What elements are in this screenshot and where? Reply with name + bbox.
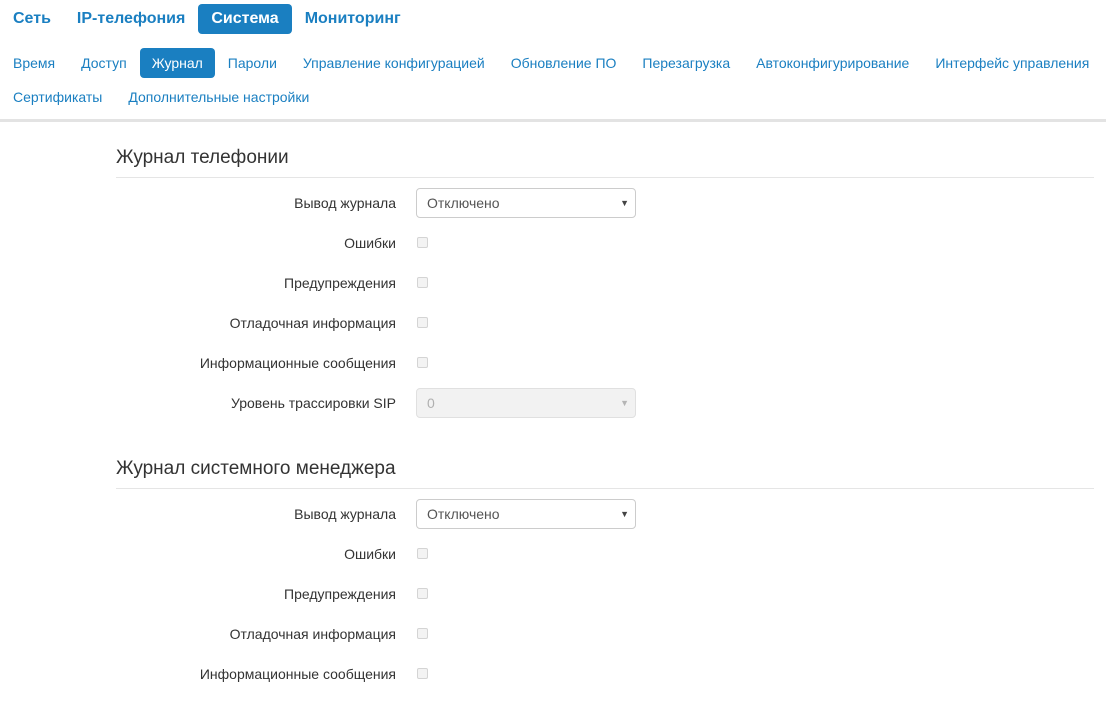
sysmgr-warnings-checkbox[interactable] <box>417 588 428 599</box>
telephony-warnings-label: Предупреждения <box>284 275 396 291</box>
telephony-info-label: Информационные сообщения <box>199 355 396 371</box>
top-tab-system[interactable]: Система <box>198 4 292 34</box>
telephony-warnings-checkbox[interactable] <box>417 277 428 288</box>
top-tab-monitoring[interactable]: Мониторинг <box>292 4 414 34</box>
sysmgr-info-checkbox[interactable] <box>417 668 428 679</box>
telephony-output-row: Вывод журнала Отключено ▼ <box>116 183 1094 223</box>
telephony-log-title: Журнал телефонии <box>116 145 1094 178</box>
sub-tab-certificates[interactable]: Сертификаты <box>0 82 115 112</box>
sysmgr-output-select[interactable]: Отключено ▼ <box>416 499 636 529</box>
sub-tab-advanced-settings[interactable]: Дополнительные настройки <box>115 82 322 112</box>
sysmgr-output-row: Вывод журнала Отключено ▼ <box>116 494 1094 534</box>
sysmgr-debug-label: Отладочная информация <box>229 626 396 642</box>
sysmgr-debug-checkbox[interactable] <box>417 628 428 639</box>
telephony-output-label: Вывод журнала <box>294 195 396 211</box>
sub-nav-row-1: Время Доступ Журнал Пароли Управление ко… <box>0 48 1106 78</box>
sip-trace-select[interactable]: 0 ▼ <box>416 388 636 418</box>
sysmgr-output-value: Отключено <box>427 506 500 522</box>
sip-trace-row: Уровень трассировки SIP 0 ▼ <box>116 383 1094 423</box>
sip-trace-value: 0 <box>427 395 435 411</box>
caret-down-icon: ▼ <box>620 509 629 519</box>
top-tab-network[interactable]: Сеть <box>0 4 64 34</box>
telephony-debug-checkbox[interactable] <box>417 317 428 328</box>
telephony-debug-row: Отладочная информация <box>116 303 1094 343</box>
sub-tab-time[interactable]: Время <box>0 48 68 78</box>
header-divider <box>0 119 1106 122</box>
sysmgr-warnings-label: Предупреждения <box>284 586 396 602</box>
sub-tab-access[interactable]: Доступ <box>68 48 140 78</box>
sip-trace-label: Уровень трассировки SIP <box>230 395 396 411</box>
telephony-log-section: Журнал телефонии Вывод журнала Отключено… <box>116 145 1094 423</box>
sub-tab-passwords[interactable]: Пароли <box>215 48 290 78</box>
telephony-debug-label: Отладочная информация <box>229 315 396 331</box>
sub-tab-reboot[interactable]: Перезагрузка <box>629 48 743 78</box>
telephony-info-row: Информационные сообщения <box>116 343 1094 383</box>
telephony-errors-checkbox[interactable] <box>417 237 428 248</box>
top-tab-ip-telephony[interactable]: IP-телефония <box>64 4 198 34</box>
system-manager-log-title: Журнал системного менеджера <box>116 456 1094 489</box>
telephony-errors-row: Ошибки <box>116 223 1094 263</box>
sysmgr-info-row: Информационные сообщения <box>116 654 1094 694</box>
caret-down-icon: ▼ <box>620 198 629 208</box>
caret-down-icon: ▼ <box>620 398 629 408</box>
sysmgr-errors-label: Ошибки <box>344 546 396 562</box>
sysmgr-info-label: Информационные сообщения <box>199 666 396 682</box>
telephony-errors-label: Ошибки <box>344 235 396 251</box>
sub-nav-row-2: Сертификаты Дополнительные настройки <box>0 82 1106 112</box>
sub-tab-management-interface[interactable]: Интерфейс управления <box>922 48 1102 78</box>
sub-tab-log[interactable]: Журнал <box>139 48 215 78</box>
sub-tab-autoprovisioning[interactable]: Автоконфигурирование <box>743 48 922 78</box>
sub-nav: Время Доступ Журнал Пароли Управление ко… <box>0 48 1106 112</box>
sysmgr-errors-row: Ошибки <box>116 534 1094 574</box>
telephony-info-checkbox[interactable] <box>417 357 428 368</box>
sysmgr-output-label: Вывод журнала <box>294 506 396 522</box>
telephony-output-value: Отключено <box>427 195 500 211</box>
system-manager-log-section: Журнал системного менеджера Вывод журнал… <box>116 456 1094 694</box>
sysmgr-debug-row: Отладочная информация <box>116 614 1094 654</box>
telephony-output-select[interactable]: Отключено ▼ <box>416 188 636 218</box>
sub-tab-config-management[interactable]: Управление конфигурацией <box>290 48 498 78</box>
telephony-warnings-row: Предупреждения <box>116 263 1094 303</box>
sub-tab-firmware-update[interactable]: Обновление ПО <box>498 48 630 78</box>
top-nav: Сеть IP-телефония Система Мониторинг <box>0 4 414 34</box>
sysmgr-errors-checkbox[interactable] <box>417 548 428 559</box>
sysmgr-warnings-row: Предупреждения <box>116 574 1094 614</box>
